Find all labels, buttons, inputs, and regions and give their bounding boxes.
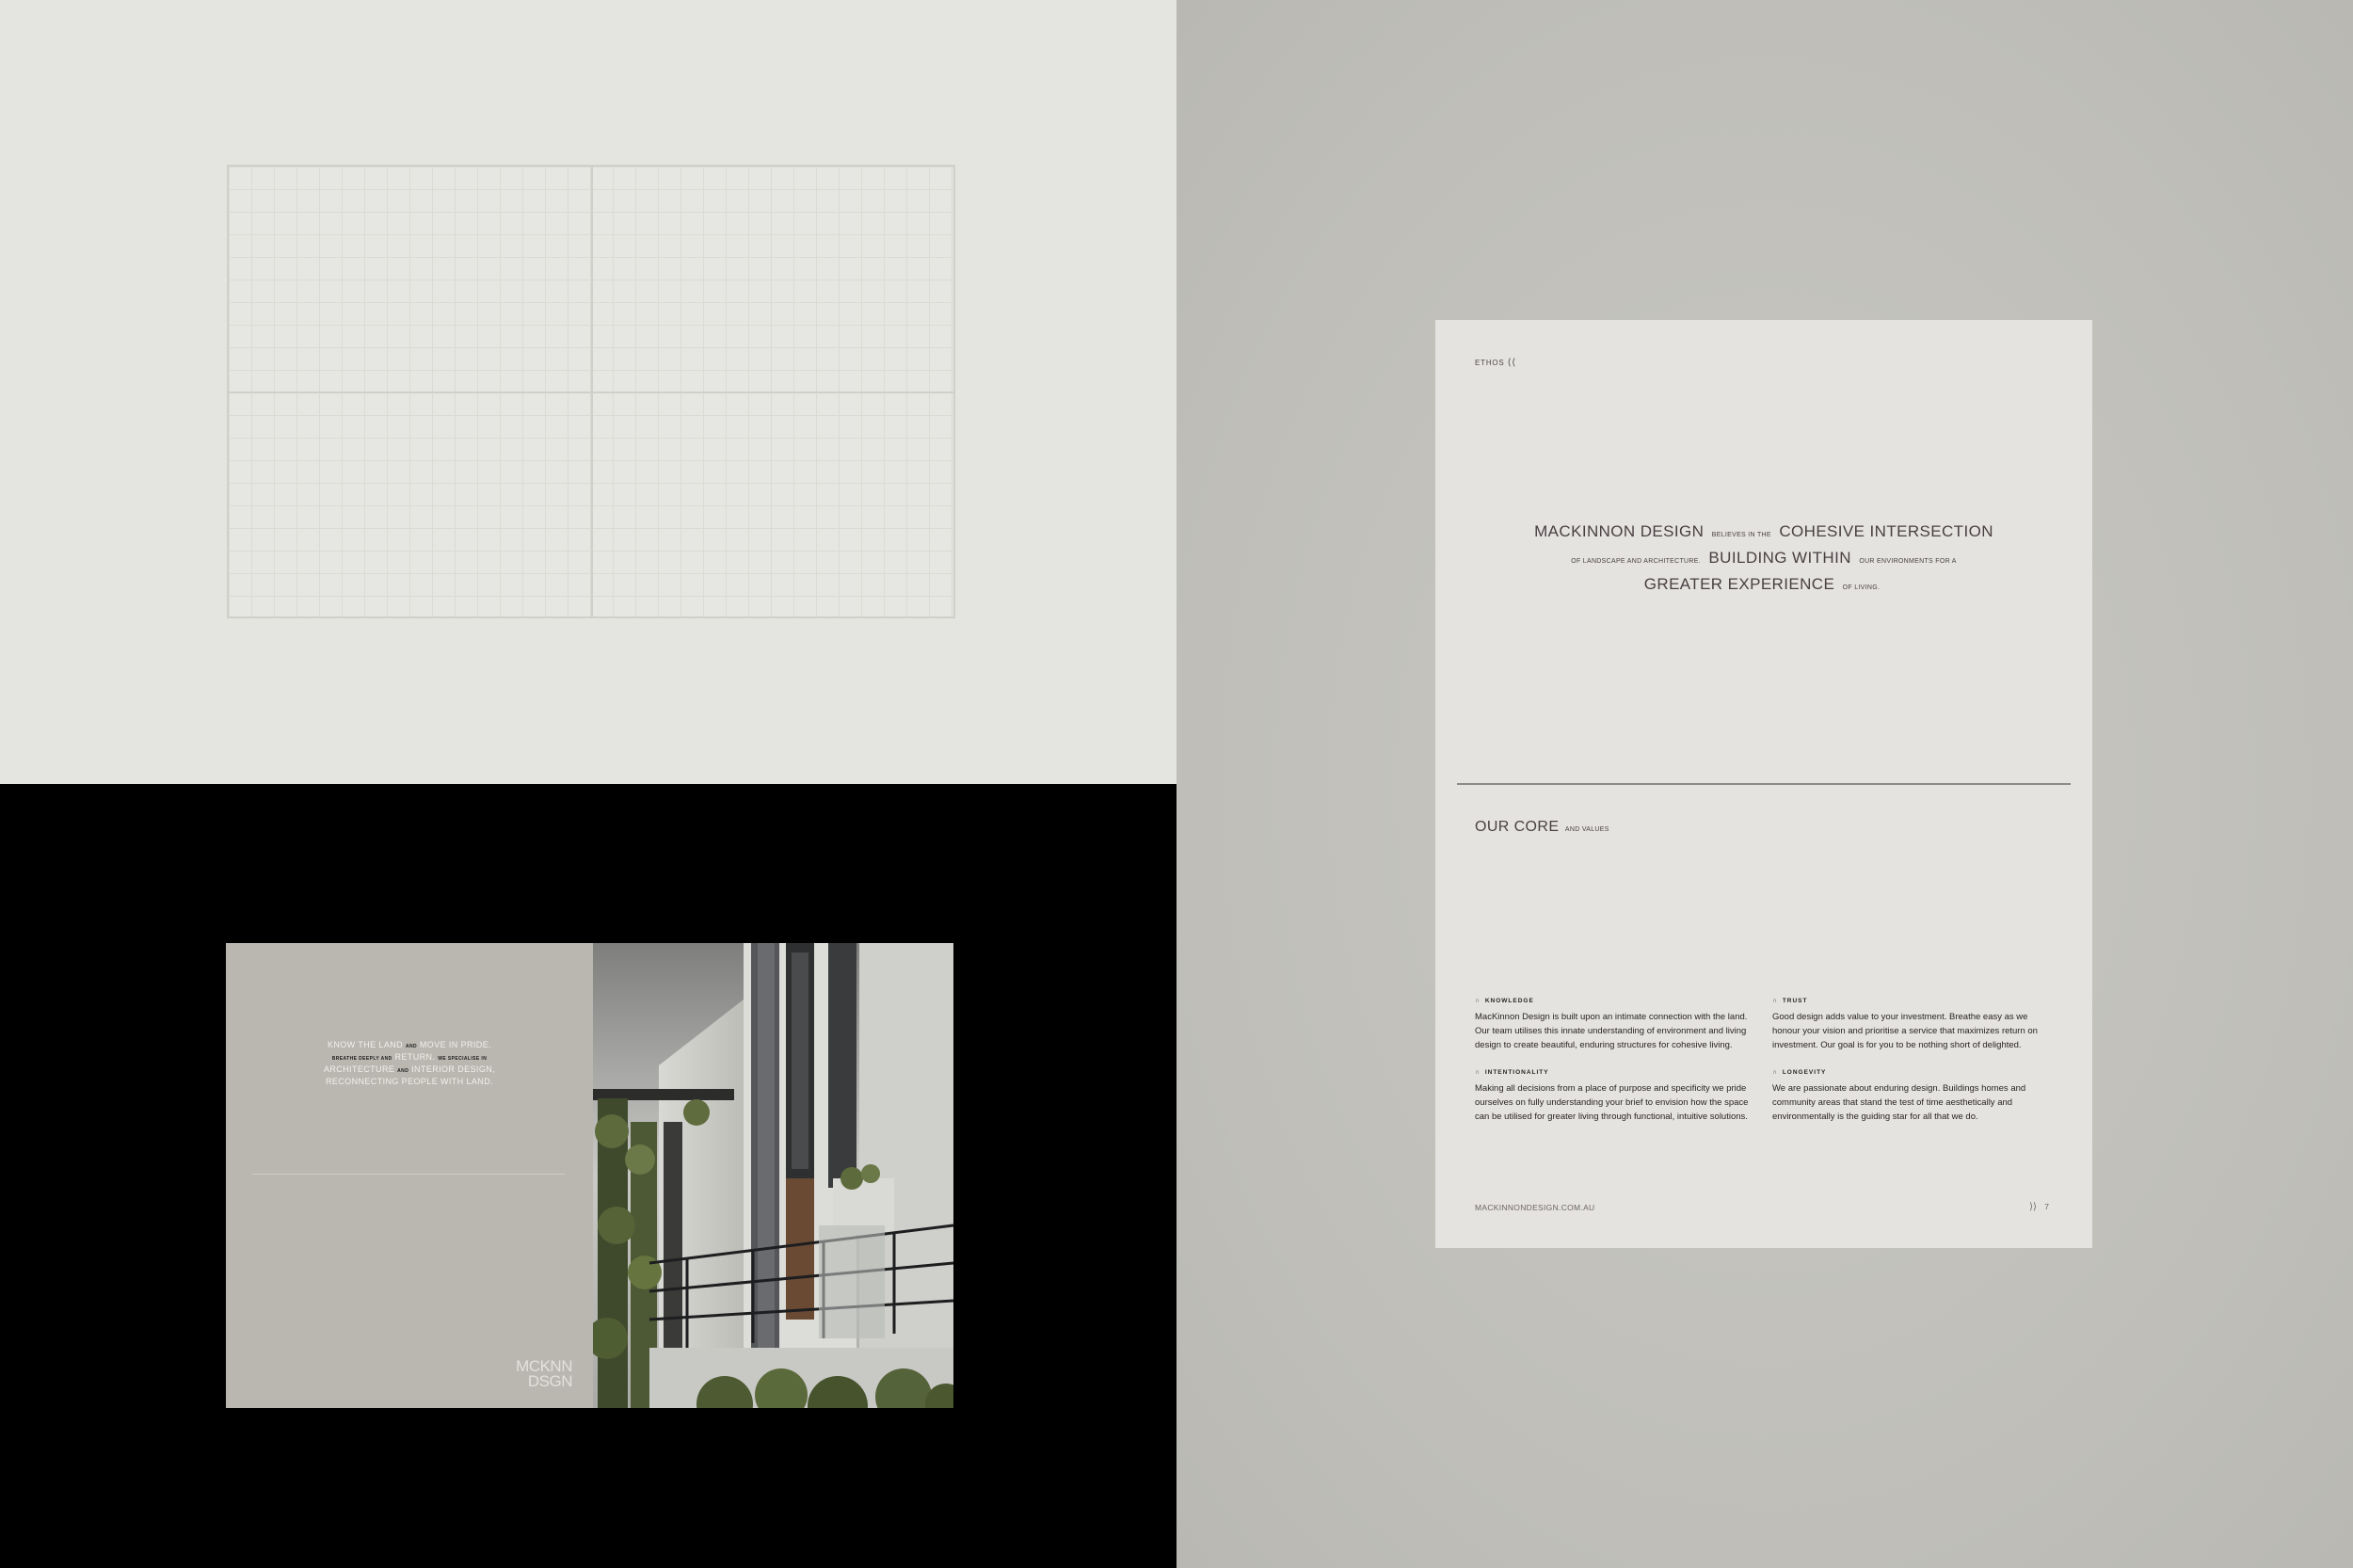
statement-part: BUILDING WITHIN [1708, 549, 1851, 567]
value-item-longevity: ∩ LONGEVITY We are passionate about endu… [1772, 1069, 2055, 1124]
value-title-text: TRUST [1782, 998, 1808, 1004]
brochure-divider [252, 1174, 565, 1175]
arch-icon: ∩ [1772, 1069, 1779, 1076]
tagline-part: RECONNECTING PEOPLE WITH LAND. [325, 1077, 494, 1086]
section-label: ETHOS [1475, 359, 1505, 367]
building-photo [593, 943, 953, 1408]
heading-sub: AND VALUES [1564, 826, 1609, 833]
value-body: Making all decisions from a place of pur… [1475, 1083, 1749, 1122]
arch-icon: ∩ [1475, 998, 1481, 1004]
value-title: ∩ INTENTIONALITY [1475, 1069, 1757, 1076]
statement-part: COHESIVE INTERSECTION [1779, 522, 1993, 540]
arch-icon: ∩ [1772, 998, 1779, 1004]
value-item-trust: ∩ TRUST Good design adds value to your i… [1772, 998, 2055, 1052]
value-title-text: INTENTIONALITY [1484, 1069, 1549, 1076]
statement-part: OF LANDSCAPE AND ARCHITECTURE. [1571, 558, 1701, 565]
statement-part: MACKINNON DESIGN [1534, 522, 1705, 540]
brochure-panel: KNOW THE LAND AND MOVE IN PRIDE. BREATHE… [0, 784, 1176, 1568]
grid-panel [0, 0, 1176, 784]
logo-line: DSGN [527, 1372, 573, 1390]
tagline-part: BREATHE DEEPLY AND [331, 1056, 392, 1062]
double-chevron-right-icon: ⟩⟩ [2029, 1202, 2037, 1212]
ethos-statement: MACKINNON DESIGN BELIEVES IN THE COHESIV… [1492, 520, 2036, 600]
double-chevron-left-icon: ⟨⟨ [1507, 358, 1516, 368]
statement-part: OUR ENVIRONMENTS FOR A [1859, 558, 1957, 565]
tagline-part: AND [397, 1068, 409, 1074]
tagline-part: INTERIOR DESIGN, [411, 1064, 496, 1074]
tagline-part: RETURN. [394, 1052, 436, 1062]
value-title: ∩ KNOWLEDGE [1475, 998, 1757, 1004]
brand-logo: MCKNN DSGN [516, 1358, 573, 1390]
statement-part: GREATER EXPERIENCE [1643, 575, 1835, 593]
tagline-part: MOVE IN PRIDE. [419, 1040, 492, 1049]
value-title: ∩ TRUST [1772, 998, 2055, 1004]
statement-part: BELIEVES IN THE [1711, 532, 1771, 538]
value-body: MacKinnon Design is built upon an intima… [1475, 1012, 1748, 1050]
statement-part: OF LIVING. [1842, 584, 1881, 591]
value-title-text: LONGEVITY [1782, 1069, 1827, 1076]
building-illustration [593, 943, 953, 1408]
tagline-part: ARCHITECTURE [323, 1064, 395, 1074]
value-body: Good design adds value to your investmen… [1772, 1012, 2038, 1050]
tagline-part: KNOW THE LAND [327, 1040, 404, 1049]
arch-icon: ∩ [1475, 1069, 1481, 1076]
value-item-intentionality: ∩ INTENTIONALITY Making all decisions fr… [1475, 1069, 1757, 1124]
grid-divider-horizontal [229, 392, 953, 393]
value-title: ∩ LONGEVITY [1772, 1069, 2055, 1076]
page-label: ETHOS ⟨⟨ [1475, 358, 1516, 368]
value-title-text: KNOWLEDGE [1484, 998, 1534, 1004]
brochure-cover-left: KNOW THE LAND AND MOVE IN PRIDE. BREATHE… [226, 943, 593, 1408]
page-panel: ETHOS ⟨⟨ MACKINNON DESIGN BELIEVES IN TH… [1176, 0, 2353, 1568]
brochure-tagline: KNOW THE LAND AND MOVE IN PRIDE. BREATHE… [264, 1040, 555, 1087]
value-body: We are passionate about enduring design.… [1772, 1083, 2026, 1122]
value-item-knowledge: ∩ KNOWLEDGE MacKinnon Design is built up… [1475, 998, 1757, 1052]
ethos-page: ETHOS ⟨⟨ MACKINNON DESIGN BELIEVES IN TH… [1435, 320, 2092, 1248]
page-number: 7 [2044, 1202, 2049, 1211]
values-grid: ∩ KNOWLEDGE MacKinnon Design is built up… [1475, 998, 2058, 1124]
brochure-spread: KNOW THE LAND AND MOVE IN PRIDE. BREATHE… [226, 943, 953, 1408]
layout-grid [227, 165, 955, 618]
tagline-part: WE SPECIALISE IN [438, 1056, 488, 1062]
page-divider [1457, 783, 2071, 785]
website-link[interactable]: MACKINNONDESIGN.COM.AU [1475, 1203, 1595, 1212]
tagline-part: AND [405, 1044, 417, 1049]
page-footer-number: ⟩⟩ 7 [2029, 1202, 2049, 1212]
heading-main: OUR CORE [1475, 819, 1560, 835]
core-values-heading: OUR CORE AND VALUES [1475, 819, 1609, 836]
